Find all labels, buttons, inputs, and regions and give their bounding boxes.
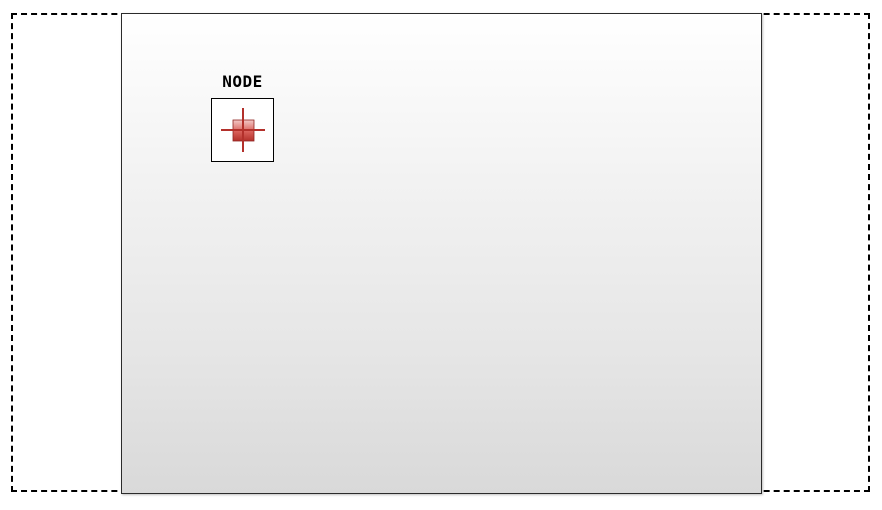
crosshair-node-icon	[221, 108, 265, 152]
node[interactable]	[211, 98, 274, 162]
diagram-stage: NODE	[0, 0, 882, 510]
node-label: NODE	[222, 72, 263, 91]
